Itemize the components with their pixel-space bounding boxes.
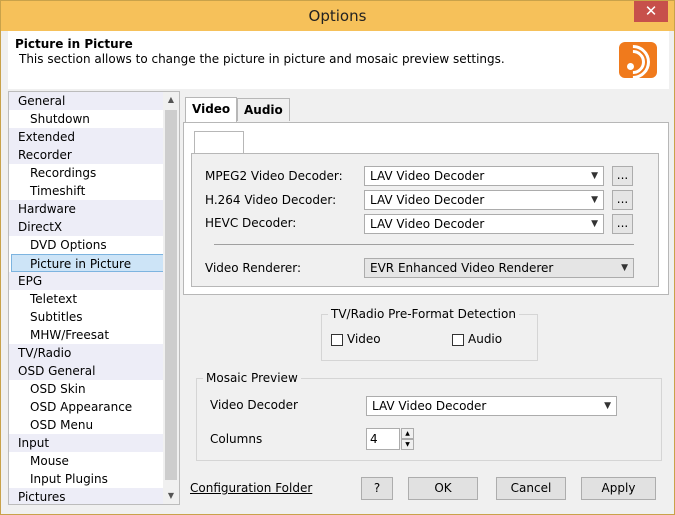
sidebar-item-shutdown[interactable]: Shutdown [9,110,179,128]
spin-up-icon[interactable]: ▲ [401,428,414,439]
sidebar-item-general[interactable]: General [9,92,179,110]
mosaic-group-title: Mosaic Preview [203,371,301,385]
ok-button[interactable]: OK [408,477,478,500]
sidebar-item-directx[interactable]: DirectX [9,218,179,236]
section-header: Picture in Picture This section allows t… [8,31,669,89]
sidebar-item-osd-appearance[interactable]: OSD Appearance [9,398,179,416]
mpeg2-decoder-select[interactable]: LAV Video Decoder ▼ [364,166,604,186]
video-tab-panel: MPEG2 Video Decoder: LAV Video Decoder ▼ … [183,122,669,295]
scroll-up-icon[interactable]: ▲ [163,92,179,108]
close-button[interactable]: ✕ [634,1,668,22]
video-renderer-select[interactable]: EVR Enhanced Video Renderer ▼ [364,258,634,278]
divider [214,244,634,245]
apply-button[interactable]: Apply [581,477,656,500]
sidebar-item-osd-skin[interactable]: OSD Skin [9,380,179,398]
window-title: Options [308,7,367,25]
preformat-audio-label: Audio [468,332,503,346]
sidebar-item-tv-radio[interactable]: TV/Radio [9,344,179,362]
sidebar-item-epg[interactable]: EPG [9,272,179,290]
chevron-down-icon: ▼ [591,219,598,229]
preformat-group-title: TV/Radio Pre-Format Detection [328,307,519,321]
chevron-down-icon: ▼ [604,401,611,411]
hevc-browse-button[interactable]: ... [612,214,633,234]
scroll-down-icon[interactable]: ▼ [163,488,179,504]
chevron-down-icon: ▼ [591,171,598,181]
preformat-video-label: Video [347,332,381,346]
section-description: This section allows to change the pictur… [19,52,505,66]
sidebar-item-timeshift[interactable]: Timeshift [9,182,179,200]
cancel-button[interactable]: Cancel [496,477,566,500]
sidebar-item-recordings[interactable]: Recordings [9,164,179,182]
sidebar-item-extended[interactable]: Extended [9,128,179,146]
h264-decoder-select[interactable]: LAV Video Decoder ▼ [364,190,604,210]
options-window: Options ✕ Picture in Picture This sectio… [0,0,675,515]
sidebar-item-subtitles[interactable]: Subtitles [9,308,179,326]
title-bar[interactable]: Options ✕ [1,1,674,31]
h264-browse-button[interactable]: ... [612,190,633,210]
sidebar-item-input[interactable]: Input [9,434,179,452]
sidebar-item-mouse[interactable]: Mouse [9,452,179,470]
tab-audio[interactable]: Audio [237,98,290,121]
hevc-decoder-select[interactable]: LAV Video Decoder ▼ [364,214,604,234]
sidebar-item-teletext[interactable]: Teletext [9,290,179,308]
hevc-decoder-label: HEVC Decoder: [205,216,297,230]
columns-label: Columns [210,432,263,446]
sidebar-item-dvd-options[interactable]: DVD Options [9,236,179,254]
decoder-settings-panel: MPEG2 Video Decoder: LAV Video Decoder ▼ … [191,153,659,287]
sidebar-item-input-plugins[interactable]: Input Plugins [9,470,179,488]
mosaic-preview-group: Mosaic Preview Video Decoder LAV Video D… [196,371,662,461]
preformat-audio-checkbox[interactable] [452,334,464,346]
mpeg2-decoder-label: MPEG2 Video Decoder: [205,169,343,183]
sidebar-item-picture-in-picture[interactable]: Picture in Picture [11,254,177,272]
configuration-folder-link[interactable]: Configuration Folder [190,481,312,495]
preformat-video-checkbox[interactable] [331,334,343,346]
columns-stepper[interactable]: ▲ ▼ [401,428,414,450]
spin-down-icon[interactable]: ▼ [401,439,414,450]
help-button[interactable]: ? [361,477,393,500]
rss-icon [608,37,658,87]
sidebar-item-recorder[interactable]: Recorder [9,146,179,164]
sidebar-item-osd-menu[interactable]: OSD Menu [9,416,179,434]
sidebar-item-pictures[interactable]: Pictures [9,488,179,504]
video-renderer-label: Video Renderer: [205,261,302,275]
chevron-down-icon: ▼ [621,263,628,273]
sidebar-item-hardware[interactable]: Hardware [9,200,179,218]
tab-video[interactable]: Video [185,97,238,123]
columns-input[interactable]: 4 [366,428,400,450]
sidebar-item-osd-general[interactable]: OSD General [9,362,179,380]
mosaic-decoder-label: Video Decoder [210,398,298,412]
h264-decoder-label: H.264 Video Decoder: [205,193,337,207]
mpeg2-browse-button[interactable]: ... [612,166,633,186]
settings-nav-list[interactable]: General Shutdown Extended Recorder Recording… [8,91,180,505]
preformat-detection-group: TV/Radio Pre-Format Detection Video Audi… [321,307,538,361]
sidebar-item-mhw-freesat[interactable]: MHW/Freesat [9,326,179,344]
scroll-thumb[interactable] [165,110,177,480]
sidebar-scrollbar[interactable]: ▲ ▼ [163,92,179,504]
section-title: Picture in Picture [15,37,133,51]
chevron-down-icon: ▼ [591,195,598,205]
inner-tab[interactable] [194,131,244,154]
mosaic-decoder-select[interactable]: LAV Video Decoder ▼ [366,396,617,416]
